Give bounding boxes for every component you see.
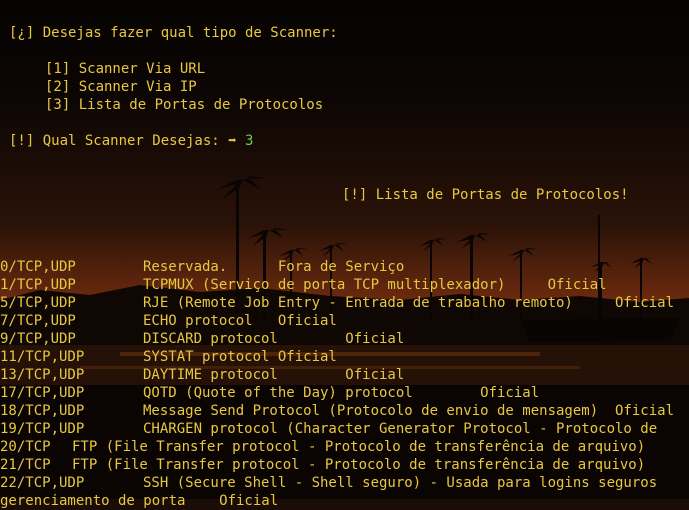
choice-prompt[interactable]: [!] Qual Scanner Desejas: ➡ 3 <box>9 132 253 150</box>
port-number: 1/TCP,UDP <box>0 277 76 293</box>
option-scanner-ip: [2] Scanner Via IP <box>45 79 197 95</box>
port-description: Reservada. Fora de Serviço <box>143 259 405 275</box>
port-number: 22/TCP,UDP <box>0 475 85 491</box>
port-number: 19/TCP,UDP <box>0 421 85 437</box>
port-number: 20/TCP <box>0 439 51 455</box>
port-number: 21/TCP <box>0 457 51 473</box>
port-description: FTP (File Transfer protocol - Protocolo … <box>72 439 646 455</box>
port-description: DISCARD protocol Oficial <box>143 331 405 347</box>
trailing-line: gerenciamento de porta Oficial <box>0 493 279 509</box>
port-description: SYSTAT protocol Oficial <box>143 349 337 365</box>
option-port-list: [3] Lista de Portas de Protocolos <box>45 97 324 113</box>
port-number: 9/TCP,UDP <box>0 331 76 347</box>
port-number: 11/TCP,UDP <box>0 349 85 365</box>
choice-label: [!] Qual Scanner Desejas: <box>9 133 229 149</box>
port-number: 13/TCP,UDP <box>0 367 85 383</box>
port-description: QOTD (Quote of the Day) protocol Oficial <box>143 385 540 401</box>
choice-value: 3 <box>245 133 254 149</box>
arrow-right-icon: ➡ <box>228 133 237 149</box>
port-description: TCPMUX (Serviço de porta TCP multiplexad… <box>143 277 607 293</box>
port-description: DAYTIME protocol Oficial <box>143 367 405 383</box>
port-description: Message Send Protocol (Protocolo de envi… <box>143 403 675 419</box>
port-number: 18/TCP,UDP <box>0 403 85 419</box>
port-number: 5/TCP,UDP <box>0 295 76 311</box>
option-scanner-url: [1] Scanner Via URL <box>45 61 206 77</box>
port-number: 7/TCP,UDP <box>0 313 76 329</box>
terminal-output: [¿] Desejas fazer qual tipo de Scanner: … <box>0 0 689 509</box>
port-description: FTP (File Transfer protocol - Protocolo … <box>72 457 646 473</box>
port-description: CHARGEN protocol (Character Generator Pr… <box>143 421 658 437</box>
port-number: 17/TCP,UDP <box>0 385 85 401</box>
port-list-header: [!] Lista de Portas de Protocolos! <box>342 187 629 203</box>
port-description: SSH (Secure Shell - Shell seguro) - Usad… <box>143 475 658 491</box>
port-description: RJE (Remote Job Entry - Entrada de traba… <box>143 295 675 311</box>
port-description: ECHO protocol Oficial <box>143 313 337 329</box>
scanner-type-question: [¿] Desejas fazer qual tipo de Scanner: <box>9 25 338 41</box>
port-number: 0/TCP,UDP <box>0 259 76 275</box>
